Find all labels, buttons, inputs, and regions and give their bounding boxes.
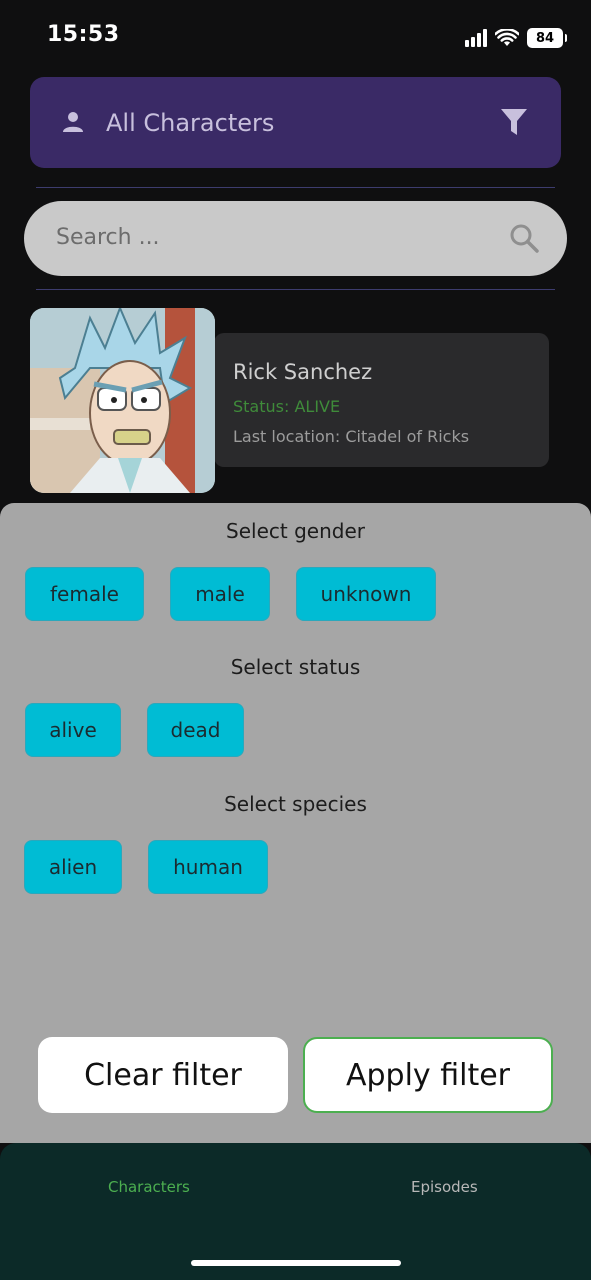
search-input[interactable]: Search ...: [24, 201, 567, 276]
battery-indicator: 84: [527, 28, 567, 48]
filter-icon[interactable]: [501, 109, 527, 137]
character-status: Status: ALIVE: [233, 397, 341, 416]
page-title: All Characters: [106, 108, 275, 137]
divider: [36, 289, 555, 290]
character-avatar[interactable]: [30, 308, 215, 493]
character-location: Last location: Citadel of Ricks: [233, 427, 470, 446]
status-time: 15:53: [47, 22, 120, 47]
search-placeholder: Search ...: [56, 225, 160, 250]
divider: [36, 187, 555, 188]
person-icon: [63, 112, 83, 132]
status-chip-dead[interactable]: dead: [147, 703, 244, 757]
signal-icon: [465, 29, 487, 47]
gender-chip-female[interactable]: female: [25, 567, 144, 621]
gender-chip-unknown[interactable]: unknown: [296, 567, 436, 621]
wifi-icon: [495, 29, 519, 46]
app-header: All Characters: [30, 77, 561, 168]
clear-filter-button[interactable]: Clear filter: [38, 1037, 288, 1113]
gender-chip-male[interactable]: male: [170, 567, 270, 621]
status-icons: 84: [465, 26, 567, 50]
bottom-nav: Characters Episodes: [0, 1143, 591, 1280]
species-chip-alien[interactable]: alien: [24, 840, 122, 894]
species-chip-human[interactable]: human: [148, 840, 268, 894]
gender-title: Select gender: [226, 519, 365, 543]
home-indicator[interactable]: [191, 1260, 401, 1266]
apply-filter-button[interactable]: Apply filter: [303, 1037, 553, 1113]
rick-portrait-image: [30, 308, 215, 493]
character-name: Rick Sanchez: [233, 360, 373, 384]
status-title: Select status: [230, 655, 361, 679]
nav-tab-characters[interactable]: Characters: [108, 1178, 190, 1196]
search-icon[interactable]: [509, 223, 539, 253]
status-chip-alive[interactable]: alive: [25, 703, 121, 757]
species-title: Select species: [224, 792, 367, 816]
nav-tab-episodes[interactable]: Episodes: [411, 1178, 478, 1196]
